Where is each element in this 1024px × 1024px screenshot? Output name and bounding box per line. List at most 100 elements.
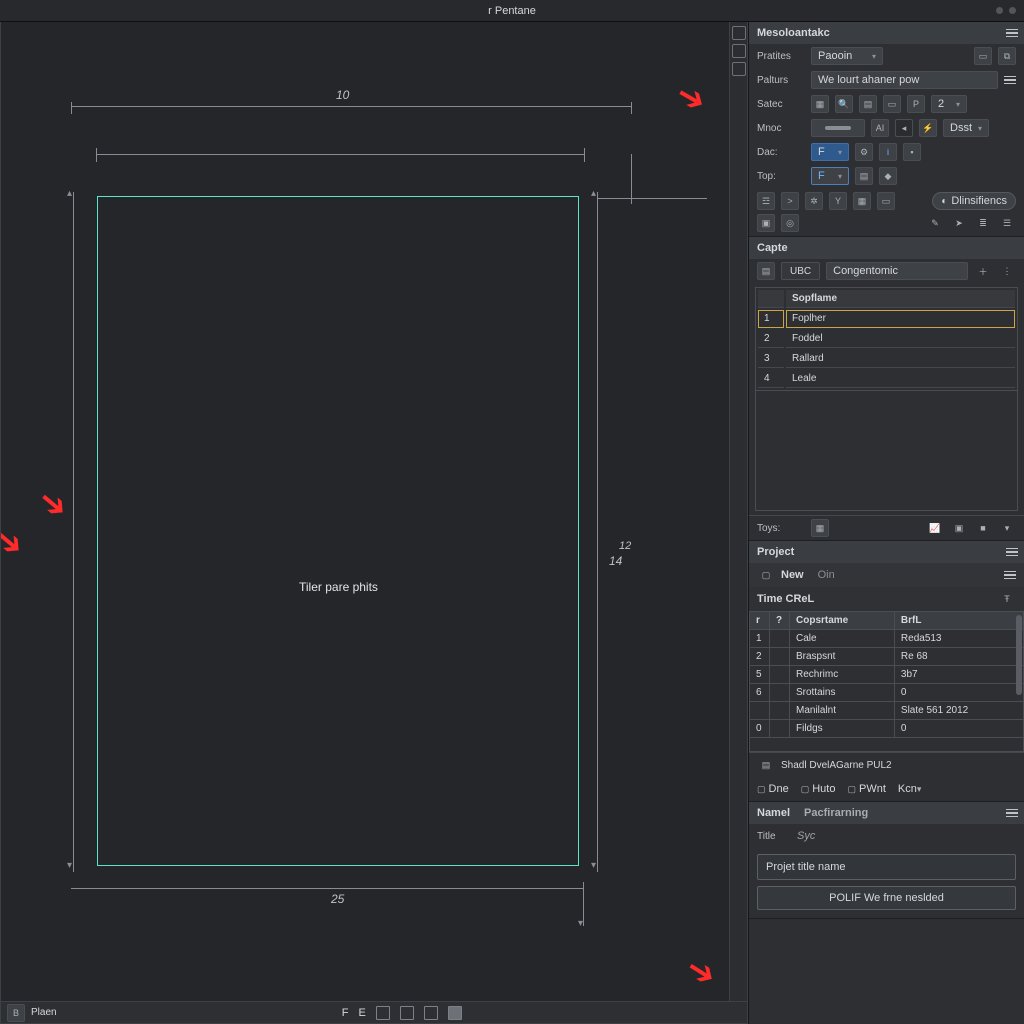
card-icon[interactable]: ▭ (883, 95, 901, 113)
canvas[interactable]: 10 ▴ ▾ ▴ ▾ 14 12 (1, 22, 747, 1001)
pad-icon[interactable]: ◎ (781, 214, 799, 232)
more-icon[interactable]: ⋮ (998, 262, 1016, 280)
preset-select[interactable]: Paooin▾ (811, 47, 883, 65)
panel-capte-header[interactable]: Capte (749, 237, 1024, 259)
footer-btn[interactable]: ▢ PWnt (847, 780, 885, 798)
footer-btn[interactable]: ▢ Dne (757, 780, 789, 798)
effects-button[interactable]: ◐ Dlinsifiencs (932, 192, 1016, 210)
grid-icon[interactable]: ▦ (811, 519, 829, 537)
gear-icon[interactable]: ✲ (805, 192, 823, 210)
pointer-icon[interactable]: ➤ (950, 214, 968, 232)
bolt-icon[interactable]: ⚡ (919, 119, 937, 137)
table-row[interactable]: 2BraspsntRe 68 (750, 648, 1024, 666)
footer-btn[interactable]: ▢ Huto (801, 780, 836, 798)
col-flag[interactable]: ? (770, 612, 790, 630)
pencil-icon[interactable]: ✎ (926, 214, 944, 232)
select-value: Congentomic (833, 265, 898, 277)
panel-menu-icon[interactable] (1006, 548, 1018, 557)
new-button[interactable]: New (781, 569, 804, 581)
panel-menu-icon[interactable] (1006, 29, 1018, 38)
tab-positioning[interactable]: Pacfirarning (804, 807, 868, 819)
photo-icon[interactable]: ▣ (757, 214, 775, 232)
panel-menu-icon[interactable] (1006, 809, 1018, 818)
col-hash[interactable]: r (750, 612, 770, 630)
table-row[interactable]: 2Foddel (758, 330, 1015, 348)
panel-menu-icon[interactable] (1004, 571, 1016, 580)
col-b[interactable]: BrfL (894, 612, 1023, 630)
status-icon[interactable]: E (358, 1007, 365, 1019)
dac-select[interactable]: F▾ (811, 143, 849, 161)
status-icon[interactable] (376, 1006, 390, 1020)
status-btn-a[interactable]: B (7, 1004, 25, 1022)
table-row[interactable]: 0Fildgs0 (750, 720, 1024, 738)
square-icon[interactable]: ■ (974, 519, 992, 537)
list-icon[interactable]: ≣ (974, 214, 992, 232)
options-icon[interactable] (1004, 76, 1016, 85)
slider-input[interactable] (811, 119, 865, 137)
panel-project-header[interactable]: Project (749, 541, 1024, 563)
funnel-icon[interactable]: Y (829, 192, 847, 210)
table-row[interactable]: 5Rechrimc3b7 (750, 666, 1024, 684)
search-icon[interactable]: 🔍 (835, 95, 853, 113)
grid-icon[interactable]: ▦ (811, 95, 829, 113)
status-icon[interactable]: F (342, 1007, 349, 1019)
scrollbar-thumb[interactable] (1016, 615, 1022, 695)
ai-button[interactable]: AI (871, 119, 889, 137)
table-icon[interactable]: ▦ (853, 192, 871, 210)
menu-icon[interactable]: ☰ (998, 214, 1016, 232)
dst-select[interactable]: Dsst▾ (943, 119, 989, 137)
chip-icon[interactable]: ▪ (903, 143, 921, 161)
toolstrip-btn[interactable] (732, 26, 746, 40)
table-row[interactable]: 3Rallard (758, 350, 1015, 368)
table-row[interactable]: 1CaleReda513 (750, 630, 1024, 648)
code-icon[interactable]: > (781, 192, 799, 210)
plus-icon[interactable]: ＋ (974, 262, 992, 280)
box-icon[interactable]: ▣ (950, 519, 968, 537)
table-row[interactable] (750, 738, 1024, 752)
doc-icon[interactable]: ▤ (757, 756, 775, 774)
info-icon[interactable]: i (879, 143, 897, 161)
chart-icon[interactable]: 📈 (926, 519, 944, 537)
project-title-input[interactable]: Projet title name (757, 854, 1016, 880)
layers-icon[interactable]: ☲ (757, 192, 775, 210)
link-icon[interactable]: ⧉ (998, 47, 1016, 65)
submit-button[interactable]: POLIF We frne neslded (757, 886, 1016, 910)
table-row[interactable]: 4Leale (758, 370, 1015, 388)
row-name: Foddel (786, 330, 1015, 348)
diamond-icon[interactable]: ◆ (879, 167, 897, 185)
panel-properties-header[interactable]: Mesoloantakc (749, 22, 1024, 44)
oin-button[interactable]: Oin (818, 569, 835, 581)
row-num: 2 (758, 330, 784, 348)
col-a[interactable]: Copsrtame (790, 612, 895, 630)
chevron-down-icon[interactable]: ▾ (998, 519, 1016, 537)
status-icon[interactable] (424, 1006, 438, 1020)
sheet-rect[interactable] (97, 196, 579, 866)
window-controls[interactable] (996, 7, 1016, 14)
count-select[interactable]: 2▾ (931, 95, 967, 113)
footer-btn[interactable]: Kcn ▾ (898, 780, 922, 798)
doc-icon[interactable]: ▤ (757, 262, 775, 280)
table-row[interactable]: ManilalntSlate 561 2012 (750, 702, 1024, 720)
toolstrip-btn[interactable] (732, 62, 746, 76)
gear-icon[interactable]: ⚙ (855, 143, 873, 161)
tab-name[interactable]: Namel (757, 807, 790, 819)
cell: 0 (750, 720, 770, 738)
status-icon[interactable] (400, 1006, 414, 1020)
toolstrip-btn[interactable] (732, 44, 746, 58)
square-icon[interactable]: ▭ (974, 47, 992, 65)
capte-select[interactable]: Congentomic (826, 262, 968, 280)
capte-table: Sopflame 1Foplher 2Foddel 3Rallard 4Leal… (755, 287, 1018, 391)
arrow-left-icon[interactable]: ◂ (895, 119, 913, 137)
filter-icon[interactable]: Ŧ (998, 590, 1016, 608)
page-icon[interactable]: ▤ (859, 95, 877, 113)
table-row[interactable]: 1Foplher (758, 310, 1015, 328)
page-icon[interactable]: ▤ (855, 167, 873, 185)
table-row[interactable]: 6Srottains0 (750, 684, 1024, 702)
letter-icon[interactable]: P (907, 95, 925, 113)
status-icon[interactable] (448, 1006, 462, 1020)
doc-icon[interactable]: ▢ (757, 566, 775, 584)
card-icon[interactable]: ▭ (877, 192, 895, 210)
top-select[interactable]: F▾ (811, 167, 849, 185)
patterns-input[interactable]: We lourt ahaner pow (811, 71, 998, 89)
ubc-button[interactable]: UBC (781, 262, 820, 280)
